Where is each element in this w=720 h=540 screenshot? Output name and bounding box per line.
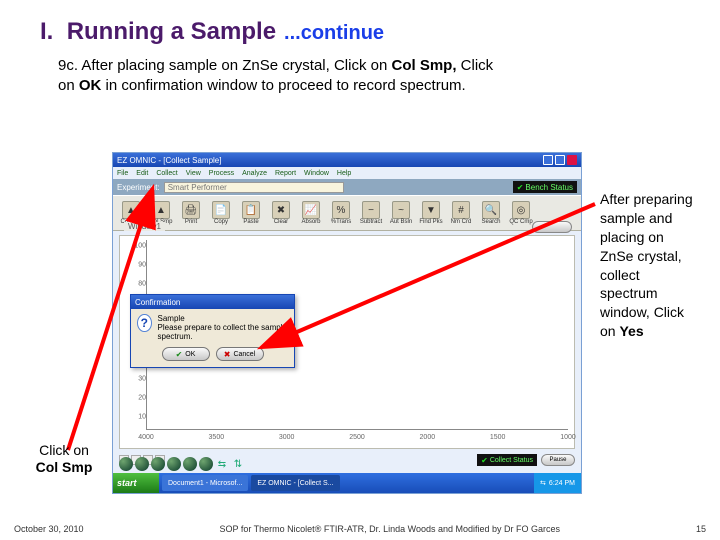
maximize-icon[interactable] xyxy=(555,155,565,165)
bottom-tool-circles[interactable]: ⇆ ⇅ xyxy=(119,457,245,471)
experiment-bar: Experiment: Smart Performer Bench Status xyxy=(113,179,581,195)
toolbar-qccmp[interactable]: ◎QC Cmp xyxy=(507,201,535,225)
taskbar-item[interactable]: Document1 - Microsof... xyxy=(162,475,248,491)
plot-window-label: Window1 xyxy=(124,222,165,231)
toolbar-autbsln[interactable]: ~Aut Bsln xyxy=(387,201,415,225)
menu-item[interactable]: File xyxy=(117,170,128,177)
toolbar-clear[interactable]: ✖Clear xyxy=(267,201,295,225)
ok-button[interactable]: OK xyxy=(162,347,210,361)
annotation-right: After preparing sample and placing on Zn… xyxy=(600,190,698,341)
taskbar-item[interactable]: EZ OMNIC - [Collect S... xyxy=(251,475,339,491)
bench-status-indicator: Bench Status xyxy=(513,181,577,193)
instruction-text: 9c. After placing sample on ZnSe crystal… xyxy=(58,56,670,97)
window-titlebar: EZ OMNIC - [Collect Sample] xyxy=(113,153,581,167)
collect-status-indicator: Collect Status xyxy=(477,454,537,466)
toolbar: ▲Col Bkg▲Col Smp🖨Print📄Copy📋Paste✖Clear📈… xyxy=(113,195,581,231)
close-icon[interactable] xyxy=(567,155,577,165)
menu-item[interactable]: Report xyxy=(275,170,296,177)
minimize-icon[interactable] xyxy=(543,155,553,165)
toolbar-absorb[interactable]: 📈Absorb xyxy=(297,201,325,225)
cancel-button[interactable]: Cancel xyxy=(216,347,264,361)
menu-item[interactable]: Window xyxy=(304,170,329,177)
system-tray[interactable]: ⇆6:24 PM xyxy=(534,473,581,493)
toolbar-paste[interactable]: 📋Paste xyxy=(237,201,265,225)
dialog-message: Please prepare to collect the sample spe… xyxy=(158,323,288,341)
start-button[interactable]: start xyxy=(113,473,159,493)
slide-footer: October 30, 2010 SOP for Thermo Nicolet®… xyxy=(0,524,720,534)
toolbar-findpks[interactable]: ▼Find Pks xyxy=(417,201,445,225)
menu-item[interactable]: Analyze xyxy=(242,170,267,177)
pause-button[interactable]: Pause xyxy=(541,454,575,466)
toolbar-trans[interactable]: %%Trans xyxy=(327,201,355,225)
experiment-dropdown[interactable]: Smart Performer xyxy=(164,182,344,193)
plot-button[interactable] xyxy=(532,221,572,233)
menu-item[interactable]: Collect xyxy=(156,170,177,177)
dialog-heading: Sample xyxy=(158,314,288,323)
taskbar: start Document1 - Microsof... EZ OMNIC -… xyxy=(113,473,581,493)
dialog-titlebar: Confirmation xyxy=(131,295,294,309)
question-icon: ? xyxy=(137,314,152,332)
toolbar-nmcrd[interactable]: #Nm Crd xyxy=(447,201,475,225)
menu-bar[interactable]: File Edit Collect View Process Analyze Report W… xyxy=(113,167,581,179)
confirmation-dialog: Confirmation ? Sample Please prepare to … xyxy=(130,294,295,368)
page-title: I. Running a Sample ...continue xyxy=(40,18,680,46)
menu-item[interactable]: Process xyxy=(209,170,234,177)
toolbar-copy[interactable]: 📄Copy xyxy=(207,201,235,225)
menu-item[interactable]: Edit xyxy=(136,170,148,177)
toolbar-subtract[interactable]: −Subtract xyxy=(357,201,385,225)
menu-item[interactable]: View xyxy=(186,170,201,177)
toolbar-print[interactable]: 🖨Print xyxy=(177,201,205,225)
menu-item[interactable]: Help xyxy=(337,170,351,177)
annotation-left: Click onCol Smp xyxy=(24,442,104,476)
toolbar-search[interactable]: 🔍Search xyxy=(477,201,505,225)
